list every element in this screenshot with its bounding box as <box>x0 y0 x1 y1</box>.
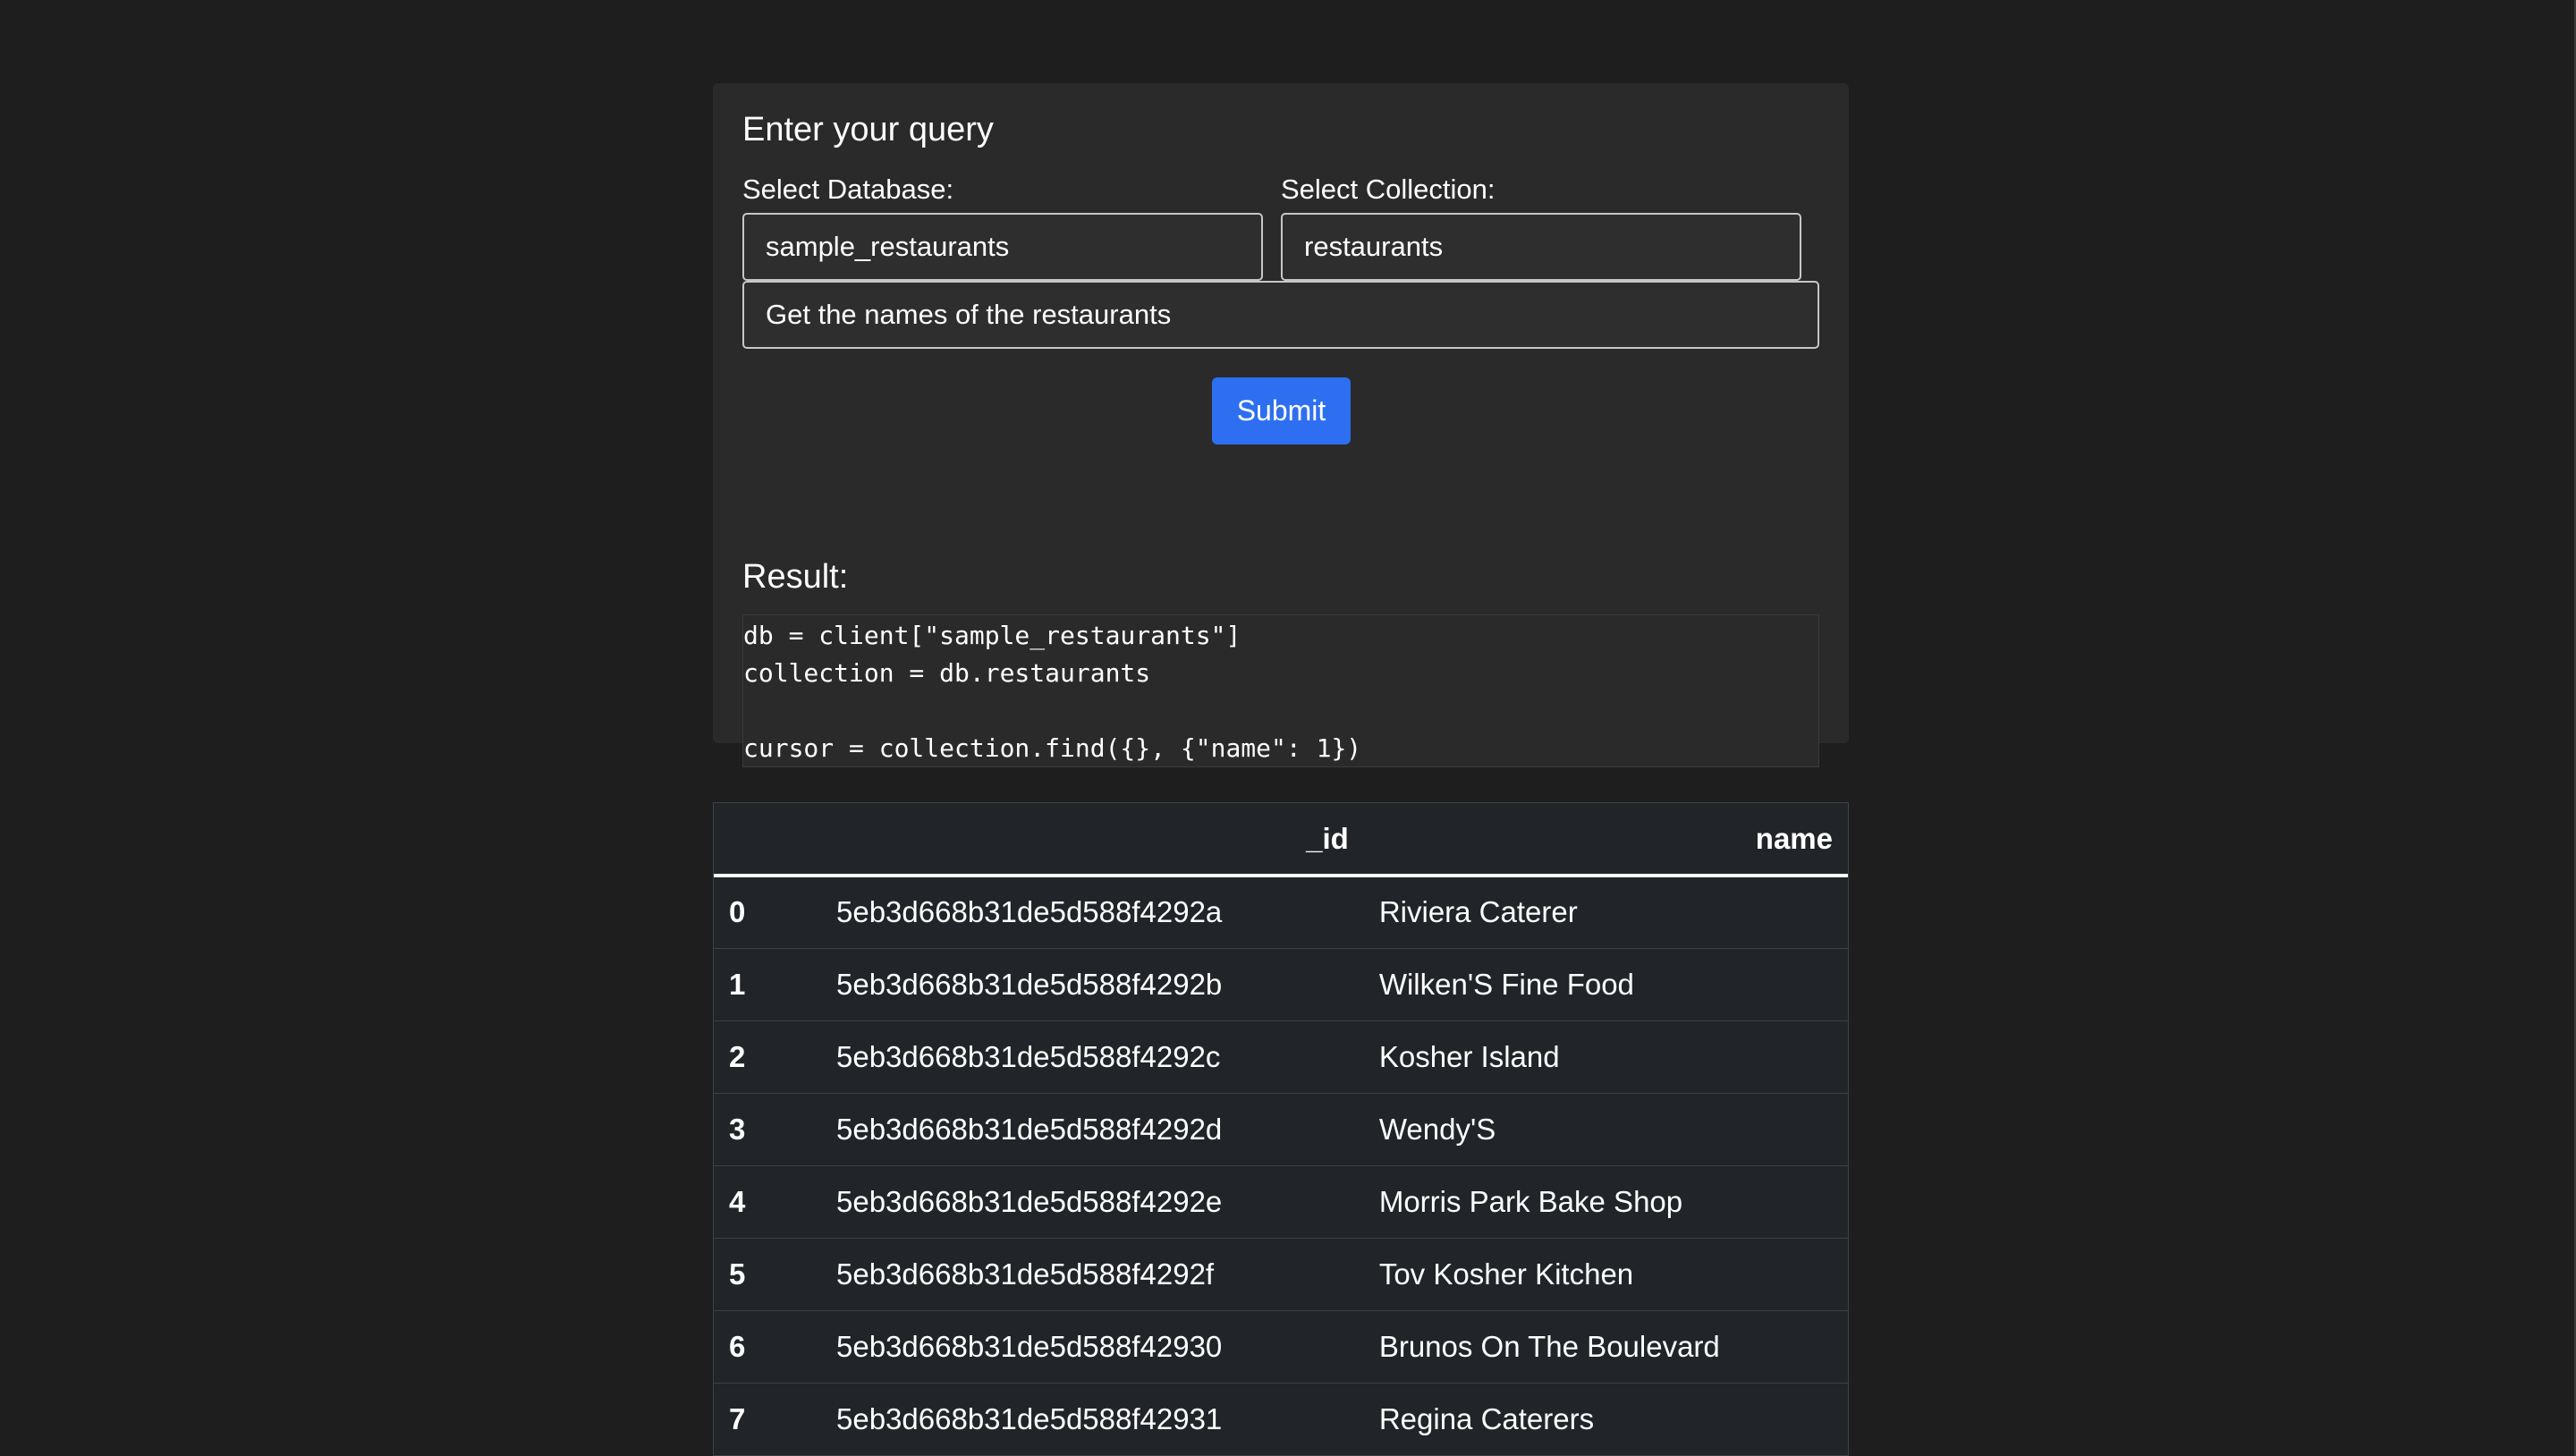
row-index: 2 <box>714 1020 821 1094</box>
table-row: 3 5eb3d668b31de5d588f4292d Wendy'S <box>714 1093 1848 1166</box>
results-table-container[interactable]: _id name 0 5eb3d668b31de5d588f4292a Rivi… <box>713 802 1849 1456</box>
row-index: 4 <box>714 1165 821 1239</box>
collection-label: Select Collection: <box>1281 174 1496 205</box>
table-row: 1 5eb3d668b31de5d588f4292b Wilken'S Fine… <box>714 948 1848 1021</box>
row-index: 6 <box>714 1310 821 1384</box>
query-panel: Enter your query Select Database: Select… <box>713 83 1849 767</box>
column-header-id: _id <box>821 803 1364 877</box>
row-name: Tov Kosher Kitchen <box>1363 1238 1848 1311</box>
column-header-index <box>714 803 821 877</box>
collection-select[interactable]: restaurants <box>1281 213 1801 281</box>
column-header-name: name <box>1363 803 1848 877</box>
row-name: Wendy'S <box>1363 1093 1848 1166</box>
row-id: 5eb3d668b31de5d588f4292a <box>821 876 1364 949</box>
table-row: 7 5eb3d668b31de5d588f42931 Regina Catere… <box>714 1383 1848 1456</box>
table-header-row: _id name <box>714 803 1848 877</box>
row-name: Kosher Island <box>1363 1020 1848 1094</box>
table-row: 0 5eb3d668b31de5d588f4292a Riviera Cater… <box>714 876 1848 949</box>
row-id: 5eb3d668b31de5d588f42931 <box>821 1383 1364 1456</box>
table-row: 2 5eb3d668b31de5d588f4292c Kosher Island <box>714 1020 1848 1094</box>
app-page: Enter your query Select Database: Select… <box>0 0 2576 1456</box>
database-label: Select Database: <box>742 174 954 205</box>
row-name: Riviera Caterer <box>1363 876 1848 949</box>
row-id: 5eb3d668b31de5d588f4292d <box>821 1093 1364 1166</box>
row-id: 5eb3d668b31de5d588f4292b <box>821 948 1364 1021</box>
row-index: 7 <box>714 1383 821 1456</box>
row-id: 5eb3d668b31de5d588f4292f <box>821 1238 1364 1311</box>
submit-button[interactable]: Submit <box>1212 377 1351 444</box>
row-index: 1 <box>714 948 821 1021</box>
result-title: Result: <box>742 558 849 596</box>
result-code-block: db = client["sample_restaurants"] collec… <box>742 614 1819 767</box>
row-index: 3 <box>714 1093 821 1166</box>
row-index: 0 <box>714 876 821 949</box>
query-input[interactable]: Get the names of the restaurants <box>742 281 1819 349</box>
row-name: Morris Park Bake Shop <box>1363 1165 1848 1239</box>
query-panel-title: Enter your query <box>742 111 994 148</box>
results-table: _id name 0 5eb3d668b31de5d588f4292a Rivi… <box>714 803 1848 1456</box>
row-name: Regina Caterers <box>1363 1383 1848 1456</box>
table-row: 4 5eb3d668b31de5d588f4292e Morris Park B… <box>714 1165 1848 1239</box>
table-row: 6 5eb3d668b31de5d588f42930 Brunos On The… <box>714 1310 1848 1384</box>
row-index: 5 <box>714 1238 821 1311</box>
table-row: 5 5eb3d668b31de5d588f4292f Tov Kosher Ki… <box>714 1238 1848 1311</box>
database-select[interactable]: sample_restaurants <box>742 213 1263 281</box>
row-id: 5eb3d668b31de5d588f42930 <box>821 1310 1364 1384</box>
row-id: 5eb3d668b31de5d588f4292e <box>821 1165 1364 1239</box>
row-id: 5eb3d668b31de5d588f4292c <box>821 1020 1364 1094</box>
row-name: Wilken'S Fine Food <box>1363 948 1848 1021</box>
row-name: Brunos On The Boulevard <box>1363 1310 1848 1384</box>
